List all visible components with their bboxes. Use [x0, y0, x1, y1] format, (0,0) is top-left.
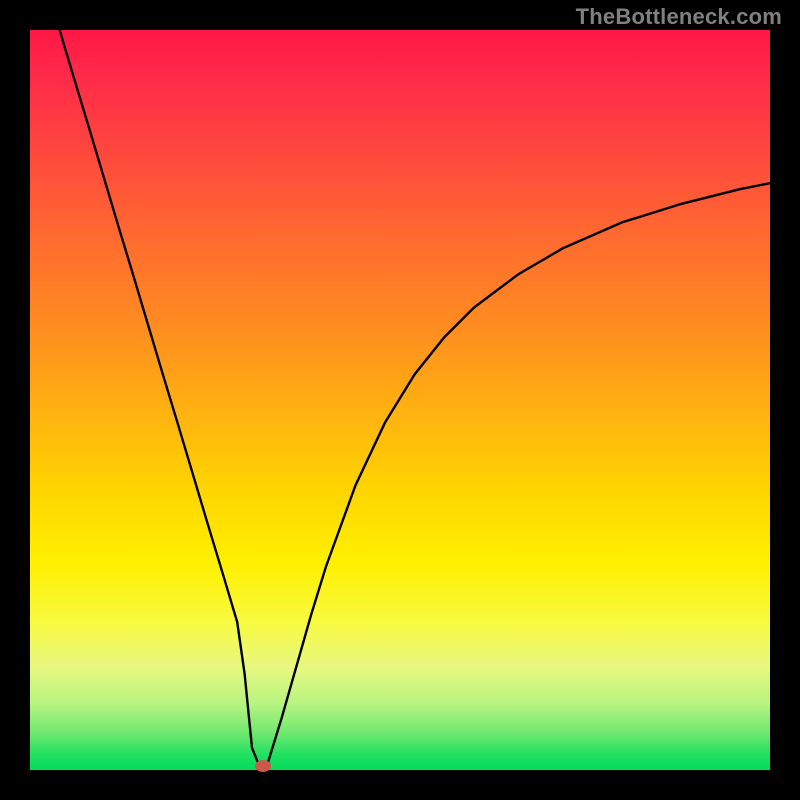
curve-svg [30, 30, 770, 770]
plot-area [30, 30, 770, 770]
bottleneck-curve [60, 30, 770, 766]
chart-frame: TheBottleneck.com [0, 0, 800, 800]
watermark-text: TheBottleneck.com [576, 4, 782, 30]
optimal-point-dot [255, 760, 271, 772]
